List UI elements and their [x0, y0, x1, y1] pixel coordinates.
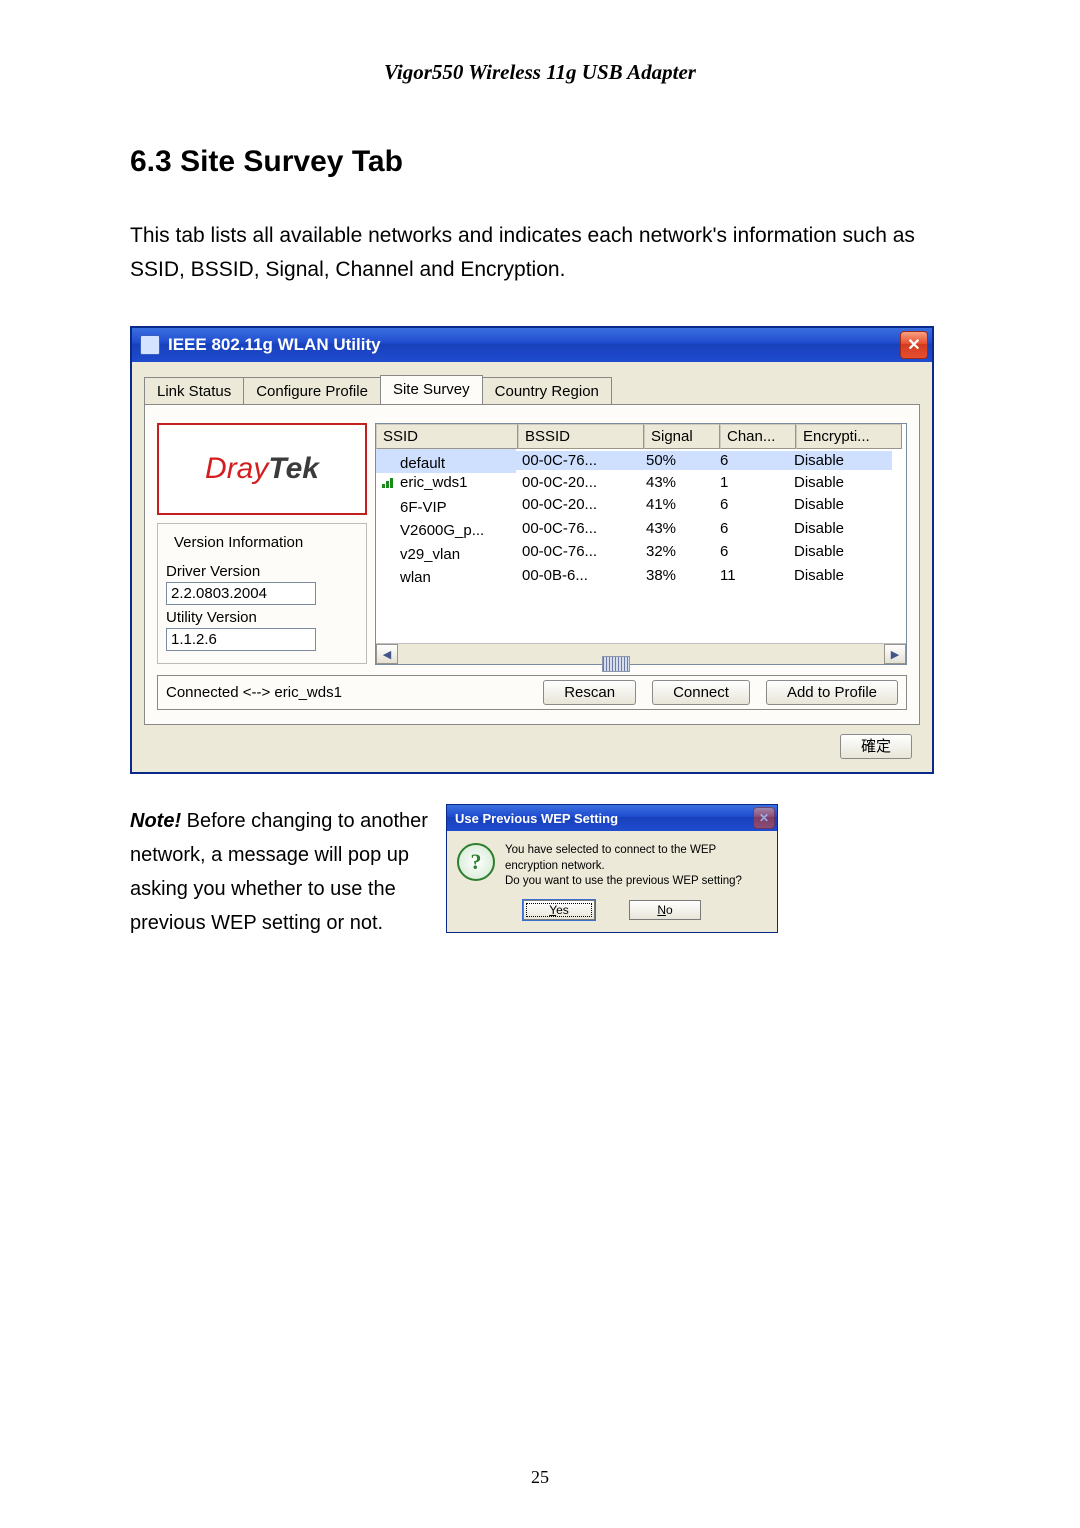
doc-header: Vigor550 Wireless 11g USB Adapter: [130, 60, 950, 85]
driver-version-field: [166, 582, 316, 605]
table-row[interactable]: V2600G_p...00-0C-76...43%6Disable: [376, 517, 906, 541]
connect-button[interactable]: Connect: [652, 680, 750, 705]
tab-site-survey[interactable]: Site Survey: [380, 375, 483, 404]
ok-button[interactable]: 確定: [840, 734, 912, 759]
question-icon: ?: [457, 843, 495, 881]
logo-right: Tek: [268, 452, 319, 485]
network-list[interactable]: SSID BSSID Signal Chan... Encrypti... de…: [375, 423, 907, 665]
dialog-line2: Do you want to use the previous WEP sett…: [505, 874, 767, 890]
driver-version-label: Driver Version: [166, 563, 358, 580]
rescan-button[interactable]: Rescan: [543, 680, 636, 705]
dialog-close-icon[interactable]: ✕: [753, 807, 775, 829]
tab-panel: DrayTek Version Information Driver Versi…: [144, 405, 920, 725]
wep-dialog: Use Previous WEP Setting ✕ ? You have se…: [446, 804, 778, 933]
dialog-line1: You have selected to connect to the WEP …: [505, 843, 767, 874]
titlebar[interactable]: IEEE 802.11g WLAN Utility ✕: [132, 328, 932, 362]
table-row[interactable]: 6F-VIP00-0C-20...41%6Disable: [376, 493, 906, 517]
utility-version-field: [166, 628, 316, 651]
utility-version-label: Utility Version: [166, 609, 358, 626]
signal-icon: [382, 476, 396, 488]
col-channel[interactable]: Chan...: [720, 424, 796, 449]
scroll-right-icon[interactable]: ▶: [884, 644, 906, 664]
tab-configure-profile[interactable]: Configure Profile: [243, 377, 381, 404]
close-icon[interactable]: ✕: [900, 331, 928, 359]
col-bssid[interactable]: BSSID: [518, 424, 644, 449]
window-title: IEEE 802.11g WLAN Utility: [168, 335, 900, 355]
col-encrypt[interactable]: Encrypti...: [796, 424, 902, 449]
app-icon: [140, 335, 160, 355]
table-row[interactable]: default00-0C-76...50%6Disable: [376, 449, 906, 473]
dialog-message: You have selected to connect to the WEP …: [505, 843, 767, 890]
dialog-titlebar[interactable]: Use Previous WEP Setting ✕: [447, 805, 777, 831]
version-group: Version Information Driver Version Utili…: [157, 523, 367, 664]
horizontal-scrollbar[interactable]: ◀ ▶: [376, 643, 906, 664]
dialog-no-button[interactable]: No: [629, 900, 701, 920]
list-header[interactable]: SSID BSSID Signal Chan... Encrypti...: [376, 424, 906, 449]
table-row[interactable]: eric_wds100-0C-20...43%1Disable: [376, 473, 906, 494]
section-name: Site Survey Tab: [180, 145, 403, 178]
wlan-utility-window: IEEE 802.11g WLAN Utility ✕ Link Status …: [130, 326, 934, 774]
col-ssid[interactable]: SSID: [376, 424, 518, 449]
status-bar: Connected <--> eric_wds1 Rescan Connect …: [157, 675, 907, 710]
dialog-yes-button[interactable]: Yes: [523, 900, 595, 920]
tab-country-region[interactable]: Country Region: [482, 377, 612, 404]
section-title: 6.3 Site Survey Tab: [130, 145, 950, 179]
intro-text: This tab lists all available networks an…: [130, 219, 950, 286]
note-text: Note! Before changing to another network…: [130, 804, 440, 940]
tab-link-status[interactable]: Link Status: [144, 377, 244, 404]
scroll-left-icon[interactable]: ◀: [376, 644, 398, 664]
vendor-logo: DrayTek: [157, 423, 367, 515]
table-row[interactable]: v29_vlan00-0C-76...32%6Disable: [376, 540, 906, 564]
col-signal[interactable]: Signal: [644, 424, 720, 449]
note-label: Note!: [130, 810, 181, 832]
table-row[interactable]: wlan00-0B-6...38%11Disable: [376, 564, 906, 588]
section-number: 6.3: [130, 145, 172, 178]
version-group-title: Version Information: [170, 534, 307, 551]
add-to-profile-button[interactable]: Add to Profile: [766, 680, 898, 705]
logo-left: Dray: [205, 452, 268, 485]
scroll-thumb[interactable]: [602, 656, 630, 672]
dialog-title: Use Previous WEP Setting: [455, 811, 753, 826]
connection-status: Connected <--> eric_wds1: [166, 684, 342, 701]
tab-strip: Link Status Configure Profile Site Surve…: [144, 374, 920, 405]
page-number: 25: [0, 1467, 1080, 1488]
